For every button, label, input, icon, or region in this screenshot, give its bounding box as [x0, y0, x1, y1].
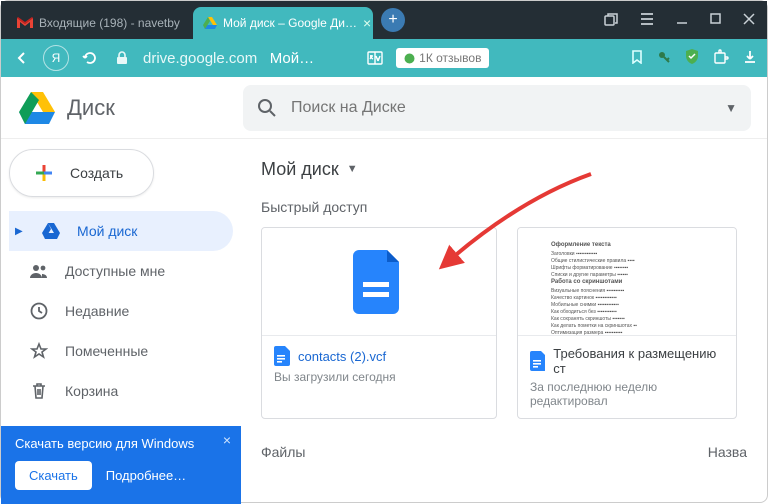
nav-shared[interactable]: Доступные мне	[9, 251, 233, 291]
download-promo: × Скачать версию для Windows Скачать Под…	[1, 426, 241, 504]
back-icon[interactable]	[11, 47, 33, 69]
file-name-row: contacts (2).vcf	[274, 346, 484, 366]
list-columns: Файлы Назва	[261, 443, 747, 460]
nav-starred[interactable]: Помеченные	[9, 331, 233, 371]
create-button[interactable]: Создать	[9, 149, 154, 197]
drive-logo[interactable]: Диск	[17, 90, 227, 126]
extensions-icon[interactable]	[713, 49, 729, 68]
chevron-right-icon: ▶	[15, 226, 25, 237]
star-icon	[29, 341, 49, 361]
yandex-icon[interactable]: Я	[43, 45, 69, 71]
file-name: Требования к размещению ст	[553, 346, 724, 376]
promo-title: Скачать версию для Windows	[15, 436, 227, 451]
nav-label: Помеченные	[65, 343, 148, 359]
key-icon[interactable]	[657, 50, 671, 67]
download-button[interactable]: Скачать	[15, 461, 92, 490]
search-input[interactable]	[291, 99, 711, 117]
tab-gmail[interactable]: Входящие (198) - navetby	[7, 7, 187, 39]
reviews-badge[interactable]: 1К отзывов	[396, 48, 489, 68]
translate-icon[interactable]	[364, 47, 386, 69]
nav: ▶ Мой диск Доступные мне Недавние Помече…	[9, 211, 233, 411]
search-icon	[257, 98, 277, 118]
drive-logo-icon	[17, 90, 57, 126]
gmail-icon	[17, 15, 33, 31]
nav-label: Доступные мне	[65, 263, 165, 279]
col-name[interactable]: Назва	[708, 444, 747, 460]
url-path: Мой…	[270, 50, 314, 67]
sidebar: Создать ▶ Мой диск Доступные мне Недавни…	[1, 139, 241, 504]
browser-urlbar: Я drive.google.com Мой… 1К отзывов	[1, 39, 767, 77]
trash-icon	[29, 381, 49, 401]
app-header: Диск ▼	[1, 77, 767, 139]
docs-icon	[274, 346, 290, 366]
create-label: Создать	[70, 165, 123, 181]
clock-icon	[29, 301, 49, 321]
nav-label: Мой диск	[77, 223, 137, 239]
nav-label: Корзина	[65, 383, 118, 399]
file-subtitle: Вы загрузили сегодня	[274, 370, 484, 384]
people-icon	[29, 261, 49, 281]
minimize-icon[interactable]	[676, 13, 688, 27]
search-bar[interactable]: ▼	[243, 85, 751, 131]
tab-drive[interactable]: Мой диск – Google Ди… ×	[193, 7, 373, 39]
window-close-icon[interactable]	[743, 13, 755, 27]
quick-access-cards: contacts (2).vcf Вы загрузили сегодня Оф…	[261, 227, 747, 419]
browser-titlebar: Входящие (198) - navetby Мой диск – Goog…	[1, 1, 767, 39]
breadcrumb-label: Мой диск	[261, 159, 339, 180]
file-name: contacts (2).vcf	[298, 349, 386, 364]
address-text[interactable]: drive.google.com Мой…	[143, 50, 314, 67]
nav-trash[interactable]: Корзина	[9, 371, 233, 411]
app-title: Диск	[67, 95, 115, 121]
nav-my-drive[interactable]: ▶ Мой диск	[9, 211, 233, 251]
search-options-icon[interactable]: ▼	[725, 101, 737, 115]
docs-icon	[530, 351, 545, 371]
bookmark-icon[interactable]	[631, 50, 643, 67]
drive-small-icon	[41, 221, 61, 241]
new-tab-button[interactable]: +	[381, 8, 405, 32]
lock-icon	[111, 47, 133, 69]
file-subtitle: За последнюю неделю редактировал	[530, 380, 724, 408]
chevron-down-icon: ▼	[347, 163, 358, 175]
nav-recent[interactable]: Недавние	[9, 291, 233, 331]
tab-label: Входящие (198) - navetby	[39, 16, 180, 30]
maximize-icon[interactable]	[710, 13, 721, 27]
drive-icon	[203, 15, 217, 31]
file-thumb	[262, 228, 496, 336]
nav-label: Недавние	[65, 303, 129, 319]
tabs-overview-icon[interactable]	[604, 13, 618, 27]
menu-icon[interactable]	[640, 13, 654, 27]
learn-more-link[interactable]: Подробнее…	[106, 468, 186, 483]
close-icon[interactable]: ×	[363, 15, 371, 31]
main-content: Мой диск ▼ Быстрый доступ contacts	[241, 139, 767, 504]
plus-icon	[30, 159, 58, 187]
docs-file-icon	[353, 250, 405, 314]
file-name-row: Требования к размещению ст	[530, 346, 724, 376]
promo-close-icon[interactable]: ×	[223, 432, 231, 448]
file-thumb: Оформление текста Заголовки ▪▪▪▪▪▪▪▪▪▪▪▪…	[518, 228, 736, 336]
file-card[interactable]: Оформление текста Заголовки ▪▪▪▪▪▪▪▪▪▪▪▪…	[517, 227, 737, 419]
reload-icon[interactable]	[79, 47, 101, 69]
quick-access-title: Быстрый доступ	[261, 199, 747, 215]
shield-icon[interactable]	[685, 49, 699, 68]
url-host: drive.google.com	[143, 50, 257, 67]
download-icon[interactable]	[743, 50, 757, 67]
tab-label: Мой диск – Google Ди…	[223, 16, 357, 30]
file-card[interactable]: contacts (2).vcf Вы загрузили сегодня	[261, 227, 497, 419]
breadcrumb[interactable]: Мой диск ▼	[261, 147, 747, 191]
col-files[interactable]: Файлы	[261, 444, 305, 460]
